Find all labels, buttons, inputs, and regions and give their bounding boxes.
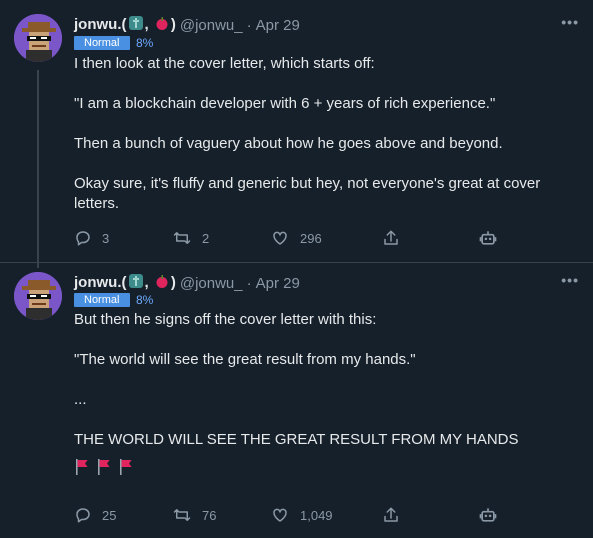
display-name[interactable]: jonwu.(, ): [74, 273, 176, 293]
robot-icon: [479, 508, 497, 522]
tweet-date[interactable]: Apr 29: [256, 275, 300, 292]
tweet-paragraph: ...: [74, 391, 87, 408]
avatar[interactable]: [14, 272, 62, 320]
flag-emoji-row: [74, 458, 574, 476]
reply-count: 3: [102, 230, 110, 246]
tweet-paragraph: I then look at the cover letter, which s…: [74, 55, 375, 72]
tweet-paragraph: Okay sure, it's fluffy and generic but h…: [74, 175, 541, 212]
tweet-paragraph: But then he signs off the cover letter w…: [74, 311, 377, 328]
more-icon[interactable]: •••: [561, 272, 579, 288]
tweet-paragraph: "The world will see the great result fro…: [74, 351, 416, 368]
tweet-actions: 3 2 296: [74, 226, 514, 250]
percent-label: 8%: [136, 36, 154, 50]
user-handle[interactable]: @jonwu_: [180, 17, 243, 34]
tweet-header: jonwu.(, ) @jonwu_ · Apr 29: [74, 15, 300, 35]
red-flag-icon: [120, 459, 132, 475]
apple-icon: [154, 273, 170, 293]
robot-button[interactable]: [478, 505, 498, 525]
statue-of-liberty-icon: [128, 273, 144, 293]
share-button[interactable]: [382, 506, 400, 524]
status-badge: Normal: [74, 293, 130, 307]
share-icon: [384, 507, 398, 522]
robot-button[interactable]: [478, 228, 498, 248]
tweet-text: But then he signs off the cover letter w…: [74, 310, 574, 476]
tweet-text: I then look at the cover letter, which s…: [74, 54, 574, 234]
tweet-paragraph: Then a bunch of vaguery about how he goe…: [74, 135, 503, 152]
tweet-actions: 25 76 1,049: [74, 503, 514, 527]
like-button[interactable]: 296: [270, 229, 322, 247]
reply-button[interactable]: 25: [74, 506, 116, 524]
robot-icon: [479, 231, 497, 245]
statue-of-liberty-icon: [128, 15, 144, 35]
retweet-count: 76: [202, 507, 217, 523]
red-flag-icon: [98, 459, 110, 475]
separator-dot: ·: [246, 274, 252, 292]
tweet-paragraph: "I am a blockchain developer with 6 + ye…: [74, 95, 496, 112]
share-icon: [384, 230, 398, 245]
more-icon[interactable]: •••: [561, 14, 579, 30]
reply-button[interactable]: 3: [74, 229, 109, 247]
tweet[interactable]: jonwu.(, ) @jonwu_ · Apr 29 ••• Normal 8…: [0, 262, 593, 538]
badge-row: Normal 8%: [74, 293, 153, 307]
retweet-count: 2: [202, 230, 210, 246]
like-count: 296: [300, 230, 322, 246]
like-button[interactable]: 1,049: [270, 506, 333, 524]
apple-icon: [154, 15, 170, 35]
avatar[interactable]: [14, 14, 62, 62]
like-count: 1,049: [300, 507, 333, 523]
retweet-icon: [173, 232, 191, 244]
heart-icon: [273, 231, 287, 245]
retweet-icon: [173, 509, 191, 521]
reply-icon: [76, 231, 90, 246]
share-button[interactable]: [382, 229, 400, 247]
retweet-button[interactable]: 2: [172, 229, 209, 247]
display-name[interactable]: jonwu.(, ): [74, 15, 176, 35]
retweet-button[interactable]: 76: [172, 506, 216, 524]
tweet-paragraph: THE WORLD WILL SEE THE GREAT RESULT FROM…: [74, 431, 519, 448]
percent-label: 8%: [136, 293, 154, 307]
reply-count: 25: [102, 507, 117, 523]
tweet-header: jonwu.(, ) @jonwu_ · Apr 29: [74, 273, 300, 293]
red-flag-icon: [76, 459, 88, 475]
reply-icon: [76, 508, 90, 523]
tweet[interactable]: jonwu.(, ) @jonwu_ · Apr 29 ••• Normal 8…: [0, 0, 593, 262]
tweet-date[interactable]: Apr 29: [256, 17, 300, 34]
badge-row: Normal 8%: [74, 36, 153, 50]
status-badge: Normal: [74, 36, 130, 50]
separator-dot: ·: [246, 16, 252, 34]
heart-icon: [273, 508, 287, 522]
user-handle[interactable]: @jonwu_: [180, 275, 243, 292]
